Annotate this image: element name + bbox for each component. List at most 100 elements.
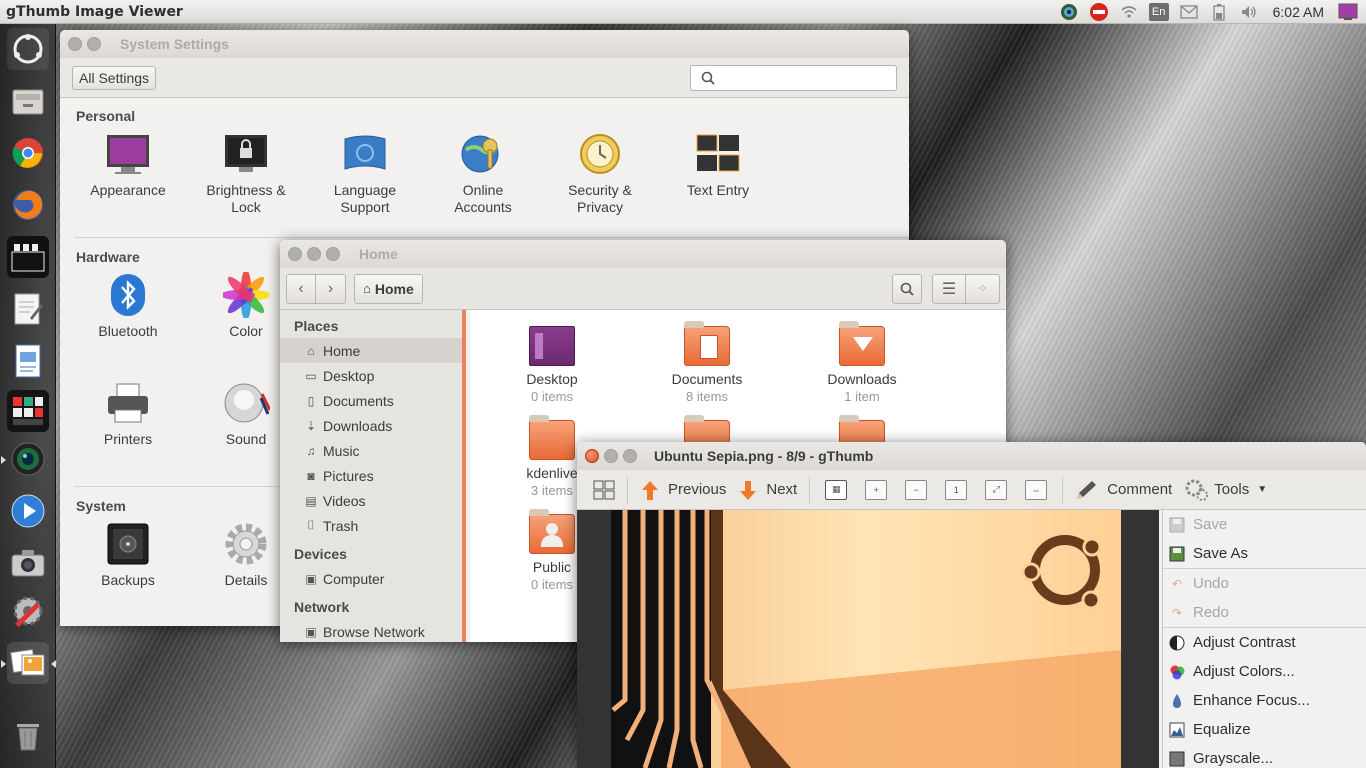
minimize-button[interactable] bbox=[604, 449, 618, 463]
browser-button[interactable] bbox=[587, 475, 621, 505]
undo-icon: ↶ bbox=[1171, 576, 1183, 591]
video-editor-launcher-icon[interactable] bbox=[7, 390, 49, 432]
sidebar-item-home[interactable]: ⌂ Home bbox=[280, 338, 462, 363]
focused-indicator bbox=[51, 660, 56, 668]
menu-item-redo[interactable]: ↷ Redo bbox=[1163, 598, 1366, 627]
actual-size-icon[interactable]: 1 bbox=[945, 479, 968, 500]
home-icon: ⌂ bbox=[307, 343, 315, 358]
close-button[interactable] bbox=[288, 247, 302, 261]
menu-item-undo[interactable]: ↶ Undo bbox=[1163, 569, 1366, 598]
firefox-launcher-icon[interactable] bbox=[7, 184, 49, 226]
download-icon: ⇣ bbox=[305, 418, 317, 433]
search-button[interactable] bbox=[892, 273, 922, 304]
network-icon: ▣ bbox=[305, 624, 317, 639]
dash-home-icon[interactable] bbox=[7, 28, 49, 70]
document-viewer-launcher-icon[interactable] bbox=[7, 340, 49, 382]
folder-item-downloads[interactable]: Downloads 1 item bbox=[807, 321, 917, 404]
text-editor-launcher-icon[interactable] bbox=[7, 288, 49, 330]
sidebar-item-pictures[interactable]: ◙ Pictures bbox=[280, 463, 462, 488]
folder-item-desktop[interactable]: Desktop 0 items bbox=[497, 326, 607, 404]
maximize-button[interactable] bbox=[623, 449, 637, 463]
system-tools-launcher-icon[interactable] bbox=[7, 590, 49, 632]
path-bar-home[interactable]: ⌂ Home bbox=[354, 273, 423, 304]
backups-item[interactable]: Backups bbox=[73, 522, 183, 589]
camera-launcher-icon[interactable] bbox=[7, 542, 49, 584]
zoom-fit-icon[interactable]: ⤢ bbox=[985, 479, 1008, 500]
menu-item-save-as[interactable]: Save As bbox=[1163, 539, 1366, 568]
text-entry-item[interactable]: Text Entry bbox=[663, 132, 773, 199]
menu-item-equalize[interactable]: Equalize bbox=[1163, 715, 1366, 744]
tools-button[interactable]: Tools ▼ bbox=[1178, 475, 1273, 505]
search-input[interactable] bbox=[690, 64, 897, 91]
dropdown-arrow-icon: ▼ bbox=[1257, 484, 1268, 495]
keyboard-layout-indicator[interactable]: En bbox=[1148, 2, 1169, 21]
colors-icon bbox=[1169, 664, 1185, 680]
list-view-button[interactable]: ☰ bbox=[932, 273, 966, 304]
wifi-icon[interactable] bbox=[1119, 2, 1139, 22]
back-button[interactable]: ‹ bbox=[286, 273, 316, 304]
files-launcher-icon[interactable] bbox=[7, 80, 49, 122]
gthumb-launcher-icon[interactable] bbox=[7, 642, 49, 684]
downloads-folder-icon bbox=[839, 321, 885, 366]
tools-label: Tools bbox=[1214, 481, 1250, 498]
sidebar-item-music[interactable]: ♫ Music bbox=[280, 438, 462, 463]
forward-button[interactable]: › bbox=[316, 273, 346, 304]
trash-launcher-icon[interactable] bbox=[7, 714, 49, 756]
app-title: gThumb Image Viewer bbox=[6, 3, 183, 20]
media-player-launcher-icon[interactable] bbox=[7, 490, 49, 532]
sidebar-item-desktop[interactable]: ▭ Desktop bbox=[280, 363, 462, 388]
menu-item-adjust-colors[interactable]: Adjust Colors... bbox=[1163, 657, 1366, 686]
sidebar-item-videos[interactable]: ▤ Videos bbox=[280, 488, 462, 513]
previous-button[interactable]: Previous bbox=[634, 475, 732, 505]
security-privacy-item[interactable]: Security & Privacy bbox=[545, 132, 655, 216]
folder-item-documents[interactable]: Documents 8 items bbox=[652, 321, 762, 404]
fullscreen-icon[interactable]: ▦ bbox=[825, 479, 848, 500]
zoom-out-icon[interactable]: − bbox=[905, 479, 928, 500]
printer-icon bbox=[104, 381, 152, 425]
minimize-button[interactable] bbox=[87, 37, 101, 51]
menu-item-enhance-focus[interactable]: Enhance Focus... bbox=[1163, 686, 1366, 715]
volume-icon[interactable] bbox=[1239, 2, 1259, 22]
battery-icon[interactable] bbox=[1209, 2, 1229, 22]
grid-icon: ⁘ bbox=[977, 283, 988, 295]
image-viewer[interactable] bbox=[577, 510, 1159, 768]
mail-icon[interactable] bbox=[1179, 2, 1199, 22]
zoom-in-icon[interactable]: + bbox=[865, 479, 888, 500]
gear-icon bbox=[222, 522, 270, 566]
security-privacy-icon bbox=[576, 132, 624, 176]
clock[interactable]: 6:02 AM bbox=[1273, 4, 1324, 20]
item-name: Downloads bbox=[827, 371, 897, 387]
ubuntu-one-icon[interactable] bbox=[1059, 2, 1079, 22]
comment-button[interactable]: Comment bbox=[1069, 475, 1178, 505]
grid-view-button[interactable]: ⁘ bbox=[966, 273, 1000, 304]
close-button[interactable] bbox=[68, 37, 82, 51]
language-flag-icon bbox=[341, 132, 389, 176]
next-button[interactable]: Next bbox=[732, 475, 803, 505]
close-button[interactable] bbox=[585, 449, 599, 463]
camera-lens-launcher-icon[interactable] bbox=[7, 438, 49, 480]
all-settings-button[interactable]: All Settings bbox=[72, 65, 157, 90]
printers-item[interactable]: Printers bbox=[73, 381, 183, 448]
online-accounts-item[interactable]: Online Accounts bbox=[428, 132, 538, 216]
menu-item-grayscale[interactable]: Grayscale... bbox=[1163, 744, 1366, 768]
session-menu-icon[interactable] bbox=[1338, 2, 1358, 22]
no-entry-icon[interactable] bbox=[1089, 2, 1109, 22]
sidebar-item-documents[interactable]: ▯ Documents bbox=[280, 388, 462, 413]
sidebar-item-browse-network[interactable]: ▣ Browse Network bbox=[280, 619, 462, 642]
menu-item-adjust-contrast[interactable]: Adjust Contrast bbox=[1163, 628, 1366, 657]
tools-menu: Save Save As ↶ Undo ↷ Redo Adjust Contrast… bbox=[1162, 510, 1366, 768]
sidebar-item-computer[interactable]: ▣ Computer bbox=[280, 566, 462, 591]
menu-item-save[interactable]: Save bbox=[1163, 510, 1366, 539]
sidebar-item-downloads[interactable]: ⇣ Downloads bbox=[280, 413, 462, 438]
sidebar-item-trash[interactable]: ⌷ Trash bbox=[280, 513, 462, 538]
toolbar-separator bbox=[1062, 476, 1064, 503]
brightness-lock-item[interactable]: Brightness & Lock bbox=[191, 132, 301, 216]
language-support-item[interactable]: Language Support bbox=[310, 132, 420, 216]
clapper-launcher-icon[interactable] bbox=[7, 236, 49, 278]
minimize-button[interactable] bbox=[307, 247, 321, 261]
chrome-launcher-icon[interactable] bbox=[7, 132, 49, 174]
zoom-fit-width-icon[interactable]: ⇔ bbox=[1025, 479, 1048, 500]
appearance-item[interactable]: Appearance bbox=[73, 132, 183, 199]
bluetooth-item[interactable]: Bluetooth bbox=[73, 273, 183, 340]
maximize-button[interactable] bbox=[326, 247, 340, 261]
